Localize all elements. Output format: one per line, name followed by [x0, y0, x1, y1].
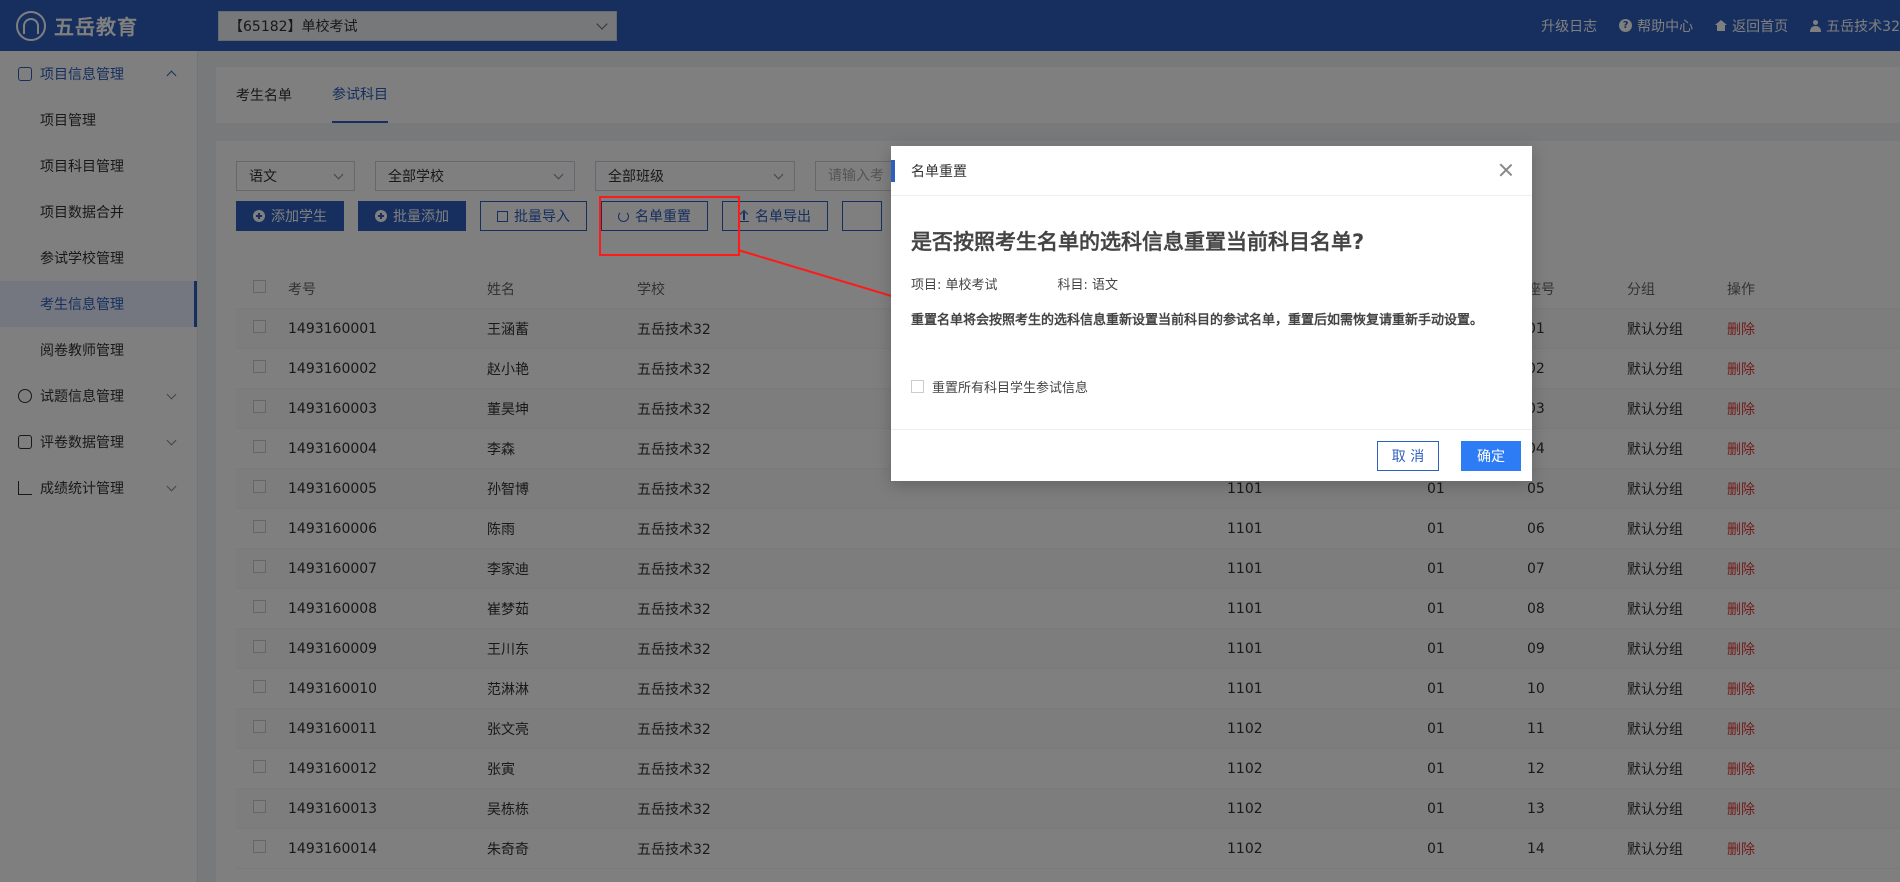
close-icon[interactable] — [1498, 162, 1514, 178]
checkbox-box[interactable] — [911, 380, 924, 393]
dialog-footer: 取 消 确定 — [891, 429, 1532, 481]
confirm-button[interactable]: 确定 — [1461, 441, 1521, 471]
dialog-meta: 项目: 单校考试 科目: 语文 — [911, 274, 1118, 293]
dialog-subject: 科目: 语文 — [1057, 278, 1119, 293]
dialog-question: 是否按照考生名单的选科信息重置当前科目名单? — [911, 230, 1365, 254]
dialog-title: 名单重置 — [911, 163, 967, 180]
dialog-project: 项目: 单校考试 — [911, 278, 998, 293]
reset-all-subjects-checkbox[interactable]: 重置所有科目学生参试信息 — [911, 377, 1088, 396]
dialog-description: 重置名单将会按照考生的选科信息重新设置当前科目的参试名单，重置后如需恢复请重新手… — [911, 313, 1484, 328]
cancel-button[interactable]: 取 消 — [1377, 441, 1439, 471]
checkbox-label: 重置所有科目学生参试信息 — [932, 381, 1089, 396]
reset-list-dialog: 名单重置 是否按照考生名单的选科信息重置当前科目名单? 项目: 单校考试 科目:… — [891, 146, 1532, 481]
dialog-header: 名单重置 — [891, 146, 1532, 196]
